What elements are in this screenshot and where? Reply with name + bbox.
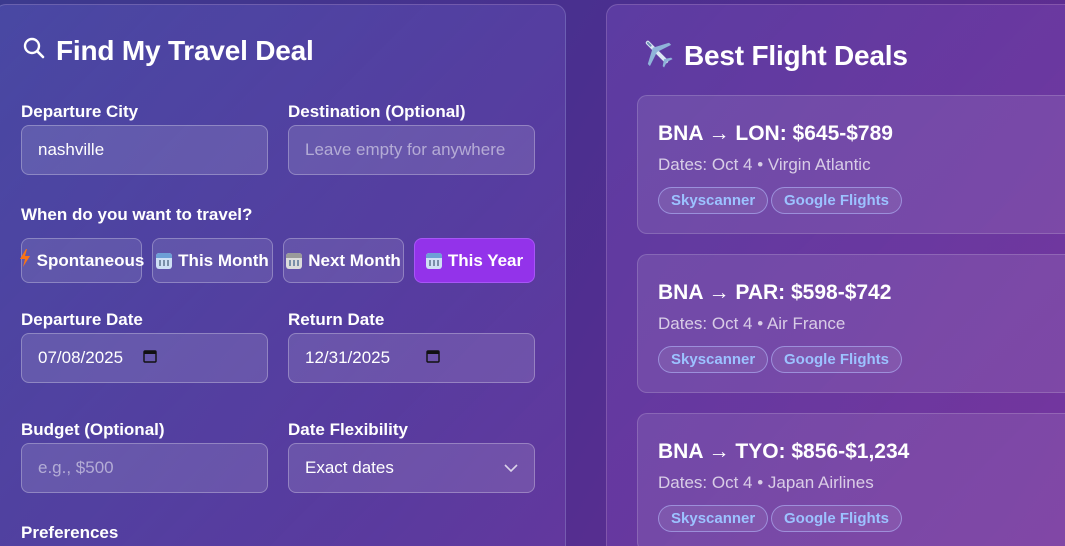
deal-meta: Dates: Oct 4 • Japan Airlines: [658, 473, 874, 492]
calendar-picker-icon[interactable]: [143, 348, 157, 368]
calendar-icon: [156, 252, 173, 269]
timeframe-spontaneous-button[interactable]: Spontaneous: [19, 238, 145, 283]
search-panel-title-text: Find My Travel Deal: [56, 35, 314, 66]
deal-meta: Dates: Oct 4 • Virgin Atlantic: [658, 155, 871, 174]
budget-input[interactable]: e.g., $500: [21, 443, 268, 493]
timeframe-label: This Year: [447, 250, 524, 270]
when-label: When do you want to travel?: [21, 205, 253, 224]
return-date-label: Return Date: [288, 310, 385, 329]
timeframe-label: Spontaneous: [36, 250, 145, 270]
destination-label: Destination (Optional): [288, 102, 466, 121]
deal-meta: Dates: Oct 4 • Air France: [658, 314, 846, 333]
destination-placeholder: Leave empty for anywhere: [305, 140, 506, 159]
return-date-value: 12/31/2025: [305, 348, 391, 367]
return-date-input[interactable]: 12/31/2025: [288, 333, 535, 383]
deal-card: BNA → LON: $645-$789 Dates: Oct 4 • Virg…: [637, 95, 1065, 234]
timeframe-this-month-button[interactable]: This Month: [152, 238, 273, 283]
calendar-icon: [286, 252, 303, 269]
google-flights-link[interactable]: Google Flights: [771, 346, 902, 373]
search-icon: [22, 35, 46, 67]
timeframe-this-year-button[interactable]: This Year: [414, 238, 535, 283]
calendar-icon: [425, 252, 442, 269]
deal-card: BNA → TYO: $856-$1,234 Dates: Oct 4 • Ja…: [637, 413, 1065, 546]
flexibility-select[interactable]: Exact dates: [288, 443, 535, 493]
lightning-icon: [19, 249, 31, 272]
timeframe-next-month-button[interactable]: Next Month: [283, 238, 404, 283]
deal-route: BNA → TYO: $856-$1,234: [658, 440, 910, 463]
destination-input[interactable]: Leave empty for anywhere: [288, 125, 535, 175]
flexibility-label: Date Flexibility: [288, 420, 408, 439]
budget-placeholder: e.g., $500: [38, 458, 114, 477]
deal-card: BNA → PAR: $598-$742 Dates: Oct 4 • Air …: [637, 254, 1065, 393]
timeframe-label: This Month: [178, 250, 269, 270]
google-flights-link[interactable]: Google Flights: [771, 505, 902, 532]
departure-date-value: 07/08/2025: [38, 348, 124, 367]
budget-label: Budget (Optional): [21, 420, 165, 439]
preferences-label: Preferences: [21, 523, 119, 542]
airplane-icon: [640, 35, 674, 76]
skyscanner-link[interactable]: Skyscanner: [658, 187, 769, 214]
departure-city-value: nashville: [38, 140, 105, 159]
departure-city-label: Departure City: [21, 102, 139, 121]
departure-date-input[interactable]: 07/08/2025: [21, 333, 268, 383]
skyscanner-link[interactable]: Skyscanner: [658, 505, 769, 532]
chevron-down-icon: [504, 464, 518, 472]
timeframe-label: Next Month: [308, 250, 401, 270]
calendar-picker-icon[interactable]: [426, 348, 440, 368]
deals-panel-title-text: Best Flight Deals: [684, 39, 908, 71]
departure-date-label: Departure Date: [21, 310, 143, 329]
search-panel-title: Find My Travel Deal: [22, 35, 314, 67]
skyscanner-link[interactable]: Skyscanner: [658, 346, 769, 373]
deals-panel-title: Best Flight Deals: [640, 35, 908, 76]
google-flights-link[interactable]: Google Flights: [771, 187, 902, 214]
flexibility-value: Exact dates: [305, 458, 394, 477]
departure-city-input[interactable]: nashville: [21, 125, 268, 175]
deal-route: BNA → LON: $645-$789: [658, 122, 893, 145]
deal-route: BNA → PAR: $598-$742: [658, 281, 892, 304]
